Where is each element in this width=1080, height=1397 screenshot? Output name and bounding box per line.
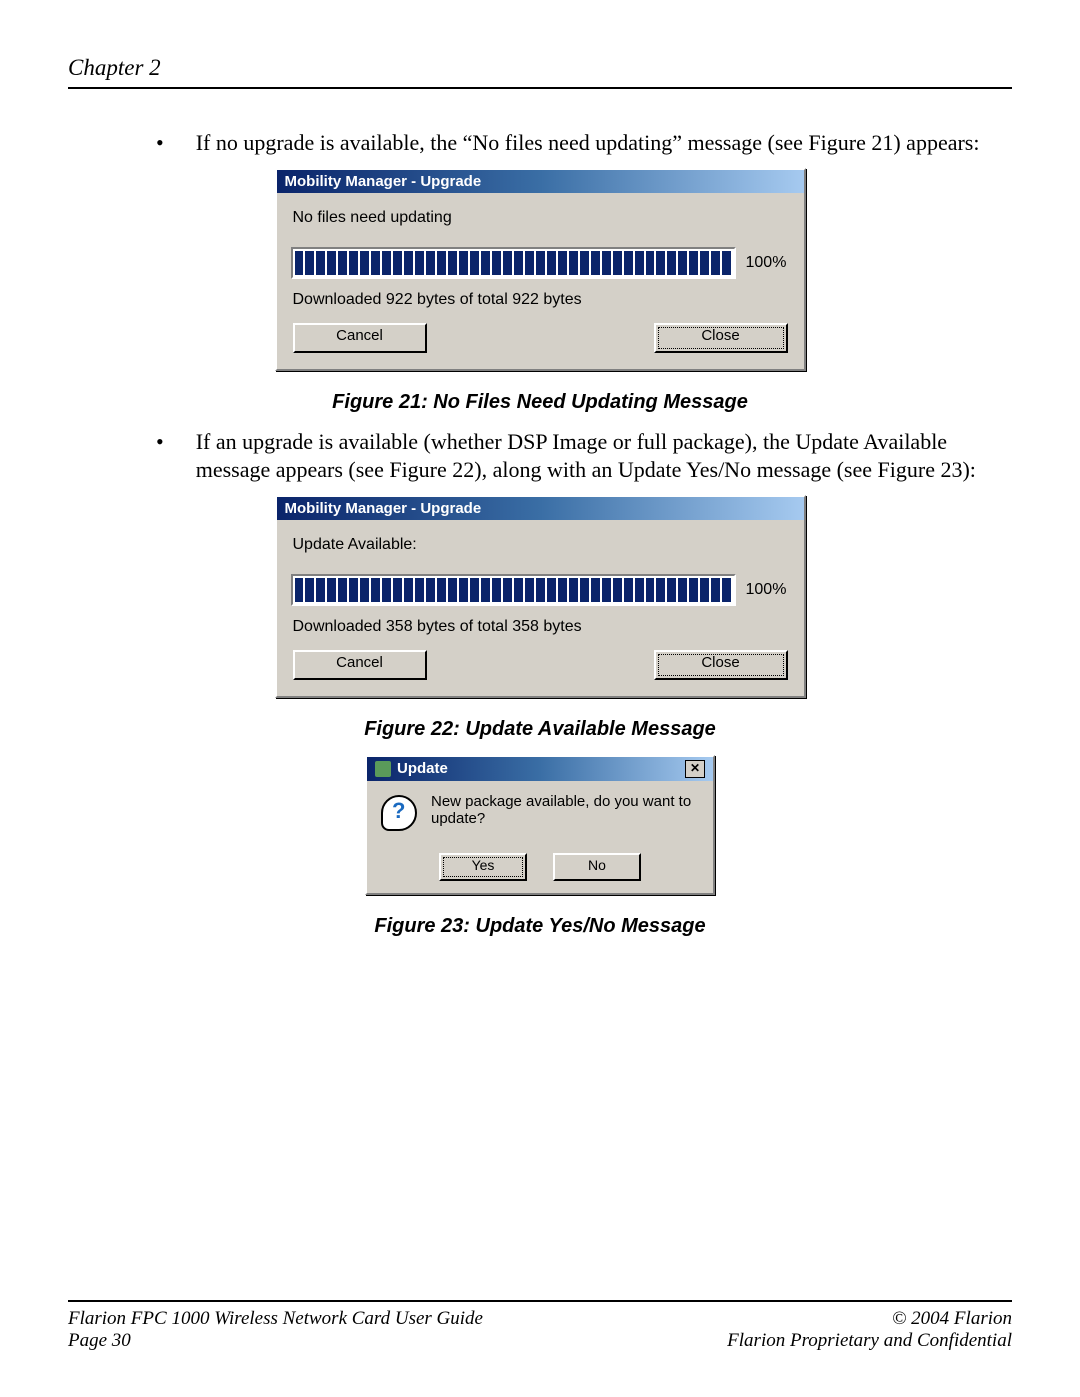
progress-percent: 100% <box>746 581 790 599</box>
close-button[interactable]: Close <box>654 323 788 353</box>
bullet-text: If an upgrade is available (whether DSP … <box>196 428 1012 485</box>
progress-percent: 100% <box>746 254 790 272</box>
chapter-label: Chapter 2 <box>68 55 161 80</box>
footer-page: Page 30 <box>68 1330 131 1352</box>
dialog-message: No files need updating <box>293 209 788 227</box>
download-status: Downloaded 922 bytes of total 922 bytes <box>293 291 788 309</box>
cancel-button[interactable]: Cancel <box>293 650 427 680</box>
question-icon: ? <box>381 795 417 831</box>
dialog-title-text: Mobility Manager - Upgrade <box>285 500 482 517</box>
cancel-button[interactable]: Cancel <box>293 323 427 353</box>
bullet-dot-icon: • <box>156 129 164 158</box>
window-close-button[interactable]: ✕ <box>685 760 705 778</box>
bullet-item: • If no upgrade is available, the “No fi… <box>156 129 1012 158</box>
app-icon <box>375 761 391 777</box>
download-status: Downloaded 358 bytes of total 358 bytes <box>293 618 788 636</box>
progress-bar <box>291 574 736 606</box>
dialog-title-text: Update <box>397 760 448 777</box>
bullet-text: If no upgrade is available, the “No file… <box>196 129 1012 158</box>
dialog-update-available: Mobility Manager - Upgrade Update Availa… <box>275 495 806 698</box>
yes-button[interactable]: Yes <box>439 853 527 881</box>
dialog-title-text: Mobility Manager - Upgrade <box>285 173 482 190</box>
page-footer: Flarion FPC 1000 Wireless Network Card U… <box>68 1300 1012 1352</box>
bullet-dot-icon: • <box>156 428 164 485</box>
page-header: Chapter 2 <box>68 55 1012 89</box>
dialog-message: Update Available: <box>293 536 788 554</box>
close-button[interactable]: Close <box>654 650 788 680</box>
footer-confidential: Flarion Proprietary and Confidential <box>727 1330 1012 1352</box>
dialog-update-prompt: Update ✕ ? New package available, do you… <box>365 755 715 895</box>
bullet-item: • If an upgrade is available (whether DS… <box>156 428 1012 485</box>
no-button[interactable]: No <box>553 853 641 881</box>
dialog-titlebar: Update ✕ <box>367 757 713 781</box>
prompt-message: New package available, do you want to up… <box>431 793 699 827</box>
figure-caption-23: Figure 23: Update Yes/No Message <box>68 915 1012 938</box>
footer-copyright: © 2004 Flarion <box>892 1308 1012 1330</box>
figure-caption-22: Figure 22: Update Available Message <box>68 718 1012 741</box>
footer-guide: Flarion FPC 1000 Wireless Network Card U… <box>68 1308 483 1330</box>
dialog-titlebar: Mobility Manager - Upgrade <box>277 170 804 193</box>
dialog-no-files: Mobility Manager - Upgrade No files need… <box>275 168 806 371</box>
progress-bar <box>291 247 736 279</box>
dialog-titlebar: Mobility Manager - Upgrade <box>277 497 804 520</box>
figure-caption-21: Figure 21: No Files Need Updating Messag… <box>68 391 1012 414</box>
